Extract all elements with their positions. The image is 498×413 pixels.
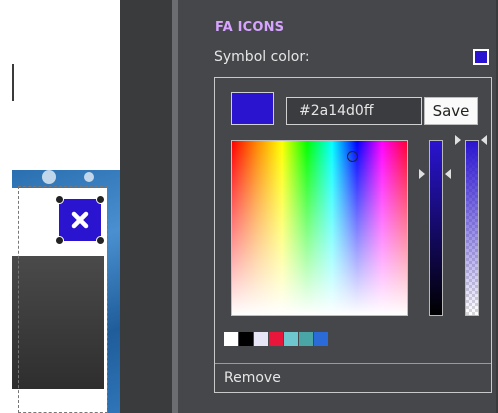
- alpha-slider[interactable]: [465, 140, 479, 316]
- preset-swatch-4[interactable]: [284, 332, 298, 346]
- preset-swatch-3[interactable]: [269, 332, 283, 346]
- spectrum-cursor[interactable]: [347, 151, 358, 162]
- image-dark-area: [12, 256, 104, 389]
- resize-handle-bottom-right[interactable]: [96, 236, 105, 245]
- preset-swatch-0[interactable]: [224, 332, 238, 346]
- divider: [215, 363, 491, 364]
- brightness-marker-left[interactable]: [419, 169, 425, 179]
- resize-handle-top-left[interactable]: [55, 195, 64, 204]
- resize-handle-top-right[interactable]: [96, 195, 105, 204]
- remove-button[interactable]: Remove: [224, 370, 281, 386]
- brightness-marker-right[interactable]: [445, 169, 451, 179]
- preset-swatch-1[interactable]: [239, 332, 253, 346]
- current-color-swatch: [231, 92, 274, 125]
- color-spectrum[interactable]: [231, 140, 408, 316]
- color-picker: Save Remove: [214, 77, 492, 393]
- brightness-slider[interactable]: [429, 140, 443, 316]
- preset-swatch-6[interactable]: [314, 332, 328, 346]
- light-sparkle: [84, 172, 94, 182]
- fa-icon-widget[interactable]: [55, 195, 105, 245]
- text-caret: [12, 64, 14, 101]
- symbol-color-label: Symbol color:: [214, 49, 310, 65]
- properties-panel: FA ICONS Symbol color: Save Remove: [178, 0, 498, 413]
- preset-swatch-2[interactable]: [254, 332, 268, 346]
- resize-handle-bottom-left[interactable]: [55, 236, 64, 245]
- hex-color-input[interactable]: [286, 97, 422, 125]
- panel-gutter: [120, 0, 178, 413]
- alpha-marker-right[interactable]: [481, 135, 487, 145]
- preset-swatches: [224, 332, 328, 346]
- save-button[interactable]: Save: [424, 97, 478, 125]
- preset-swatch-5[interactable]: [299, 332, 313, 346]
- panel-title: FA ICONS: [215, 20, 285, 35]
- symbol-color-swatch[interactable]: [473, 49, 489, 65]
- light-sparkle: [42, 170, 56, 184]
- alpha-marker-left[interactable]: [455, 135, 461, 145]
- close-icon: [71, 211, 89, 229]
